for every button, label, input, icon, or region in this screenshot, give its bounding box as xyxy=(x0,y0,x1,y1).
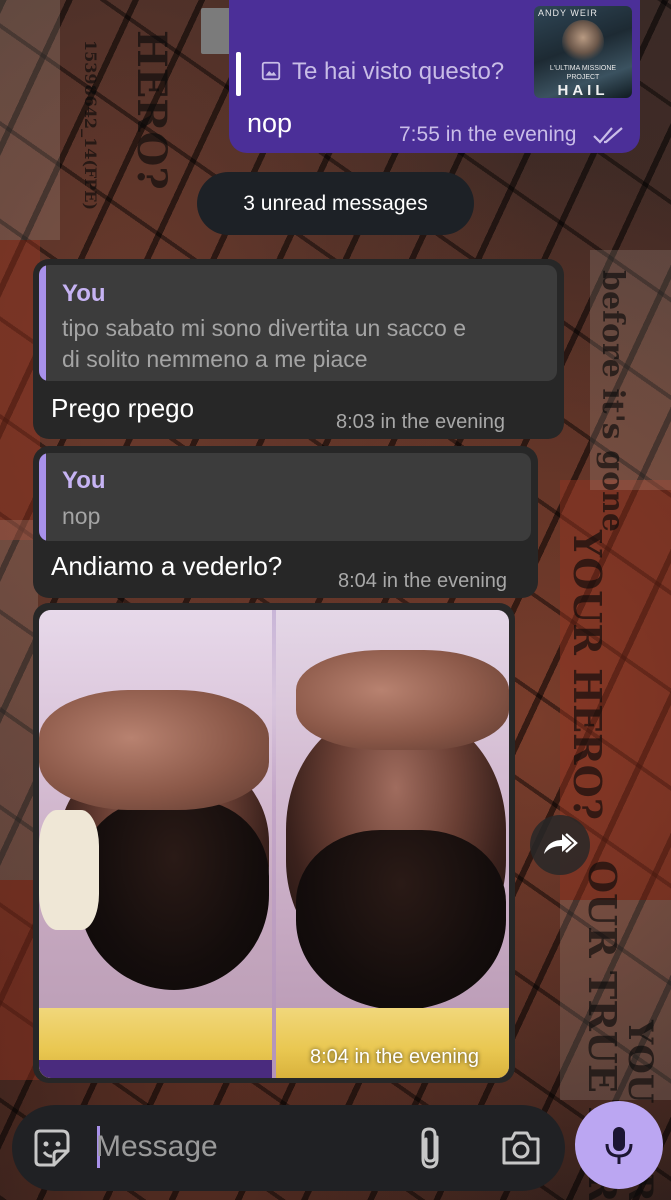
quoted-message[interactable]: You tipo sabato mi sono divertita un sac… xyxy=(39,265,557,381)
reply-accent-bar xyxy=(236,52,241,96)
quote-accent-bar xyxy=(39,453,46,541)
photo-jersey-trim xyxy=(39,1060,272,1078)
photo-bottle xyxy=(39,810,99,930)
photo-beard xyxy=(296,830,506,1010)
microphone-icon xyxy=(605,1127,633,1164)
wallpaper-text: YOUR HERO? xyxy=(565,530,610,820)
quote-text: nop xyxy=(62,503,101,529)
message-input[interactable] xyxy=(96,1124,396,1170)
meme-photo[interactable] xyxy=(39,610,509,1078)
photo-hand xyxy=(296,650,509,750)
quote-text: tipo sabato mi sono divertita un sacco e xyxy=(62,315,467,341)
thumbnail-author: ANDY WEIR xyxy=(538,8,598,18)
quote-author: You xyxy=(62,467,106,494)
thumbnail-figure xyxy=(562,20,604,64)
message-timestamp: 8:03 in the evening xyxy=(336,411,506,433)
paperclip-icon[interactable] xyxy=(413,1125,449,1171)
wallpaper-text: HERO? xyxy=(128,30,175,190)
forward-icon xyxy=(544,833,578,854)
quote-text: di solito nemmeno a me piace xyxy=(62,346,368,372)
thumbnail-subtitle: L'ULTIMA MISSIONE PROJECT xyxy=(549,65,617,81)
reply-preview[interactable]: Te hai visto questo? xyxy=(236,0,532,100)
reply-thumbnail[interactable]: ANDY WEIR L'ULTIMA MISSIONE PROJECT HAIL xyxy=(534,6,632,98)
photo-hand xyxy=(39,690,269,810)
voice-message-button[interactable] xyxy=(575,1101,663,1189)
quote-author: You xyxy=(62,280,106,307)
message-text: Andiamo a vederlo? xyxy=(51,551,283,581)
message-timestamp: 8:04 in the evening xyxy=(338,570,508,592)
message-timestamp: 7:55 in the evening xyxy=(399,123,577,146)
camera-icon[interactable] xyxy=(500,1127,542,1169)
message-text: Prego rpego xyxy=(51,393,195,423)
image-icon xyxy=(261,61,281,81)
quoted-message[interactable]: You nop xyxy=(39,453,531,541)
forward-button[interactable] xyxy=(530,815,590,875)
message-timestamp: 8:04 in the evening xyxy=(310,1046,480,1068)
wallpaper-text: before it's gone xyxy=(595,270,630,532)
thumbnail-title: HAIL xyxy=(557,82,609,98)
sticker-icon[interactable] xyxy=(30,1127,72,1169)
photo-beard xyxy=(79,800,269,990)
unread-messages-label: 3 unread messages xyxy=(243,191,428,215)
photo-panel-left xyxy=(39,610,272,1078)
outgoing-message-text: nop xyxy=(247,108,293,138)
wallpaper-text: 15398642_14(FPE) xyxy=(81,40,100,211)
photo-panel-right xyxy=(276,610,509,1078)
unread-messages-divider: 3 unread messages xyxy=(197,172,474,235)
double-check-icon xyxy=(593,127,623,144)
quote-accent-bar xyxy=(39,265,46,381)
reply-preview-text: Te hai visto questo? xyxy=(292,58,505,85)
